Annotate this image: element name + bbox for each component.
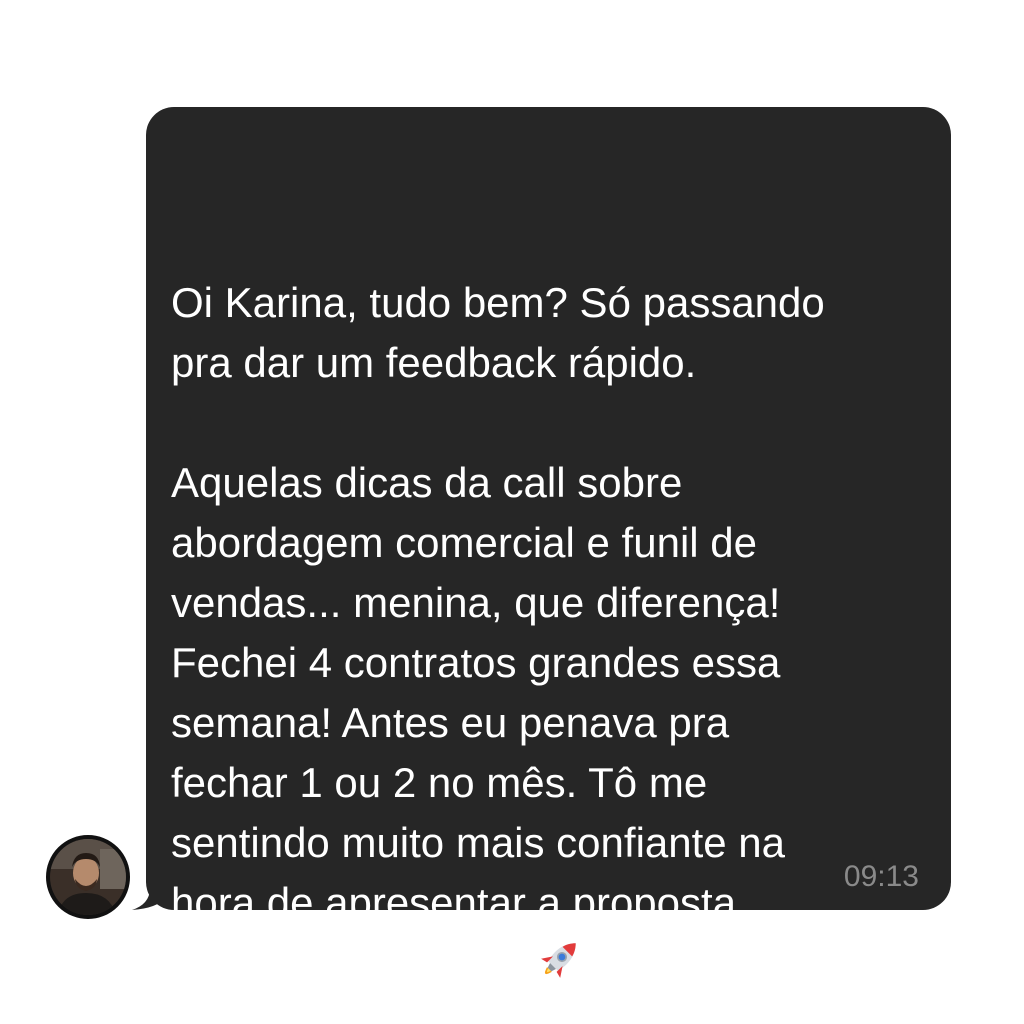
message-line: pra dar um feedback rápido. <box>171 339 697 386</box>
message-line: Valeu demaissss!!! <box>171 943 521 990</box>
avatar-photo-icon <box>50 839 126 915</box>
message-line: semana! Antes eu penava pra <box>171 699 730 746</box>
message-line: Aquelas dicas da call sobre <box>171 459 683 506</box>
message-paragraph-1: Oi Karina, tudo bem? Só passando pra dar… <box>171 273 931 393</box>
message-paragraph-2: Aquelas dicas da call sobre abordagem co… <box>171 453 931 997</box>
message-bubble[interactable]: Oi Karina, tudo bem? Só passando pra dar… <box>146 107 951 990</box>
message-last-line: Valeu demaissss!!! <box>171 933 931 997</box>
chat-screenshot: Oi Karina, tudo bem? Só passando pra dar… <box>0 0 1024 1024</box>
message-line: Oi Karina, tudo bem? Só passando <box>171 279 825 326</box>
message-timestamp: 09:13 <box>843 860 919 893</box>
message-line: abordagem comercial e funil de <box>171 519 757 566</box>
message-line: sentindo muito mais confiante na <box>171 819 786 866</box>
message-line: fechar 1 ou 2 no mês. Tô me <box>171 759 708 806</box>
rocket-emoji-icon <box>541 943 577 978</box>
message-line: Fechei 4 contratos grandes essa <box>171 639 781 686</box>
message-line: hora de apresentar a proposta. <box>171 879 748 926</box>
message-line: vendas... menina, que diferença! <box>171 579 781 626</box>
user-avatar[interactable] <box>46 835 130 919</box>
message-text: Oi Karina, tudo bem? Só passando pra dar… <box>171 273 931 997</box>
